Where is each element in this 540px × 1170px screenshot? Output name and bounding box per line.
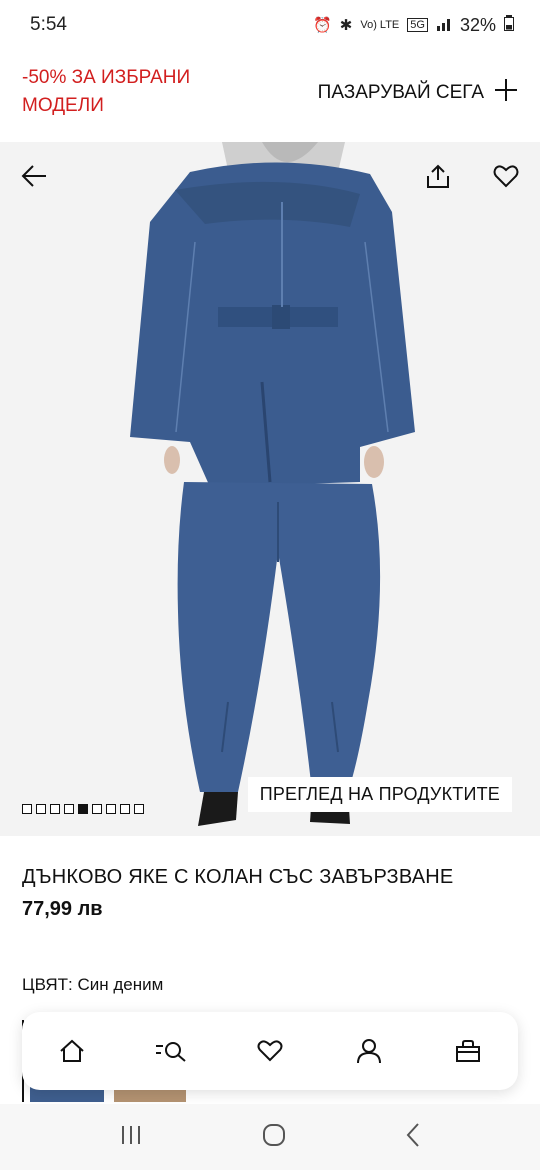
shop-now-label: ПАЗАРУВАЙ СЕГА [317, 82, 484, 103]
network-label: Vo) LTE [360, 19, 400, 31]
carousel-dot[interactable] [22, 804, 32, 814]
product-price: 77,99 лв [22, 898, 103, 920]
chevron-left-icon [406, 1122, 419, 1147]
carousel-dot[interactable] [134, 804, 144, 814]
heart-icon [493, 165, 519, 188]
share-icon [427, 164, 449, 188]
carousel-dot[interactable] [36, 804, 46, 814]
bluetooth-icon: ✱ [339, 17, 353, 34]
plus-icon [494, 78, 518, 108]
status-bar: 5:54 ⏰ ✱ Vo) LTE 5G 32% [0, 0, 540, 50]
carousel-dot[interactable] [106, 804, 116, 814]
share-button[interactable] [420, 158, 456, 194]
clock: 5:54 [30, 14, 67, 35]
carousel-indicators [22, 804, 144, 814]
home-system-button[interactable] [261, 1122, 287, 1153]
wishlist-button[interactable] [488, 158, 524, 194]
color-label: ЦВЯТ: [22, 975, 73, 994]
system-navigation-bar [0, 1104, 540, 1170]
view-products-button[interactable]: ПРЕГЛЕД НА ПРОДУКТИТЕ [247, 777, 512, 812]
bag-icon [456, 1040, 481, 1062]
nav-home[interactable] [47, 1026, 97, 1076]
system-back-button[interactable] [405, 1122, 421, 1153]
nav-bag[interactable] [443, 1026, 493, 1076]
battery-percent: 32% [459, 14, 496, 35]
product-image-carousel[interactable]: ПРЕГЛЕД НА ПРОДУКТИТЕ [0, 142, 540, 836]
user-icon [357, 1039, 382, 1064]
nav-account[interactable] [344, 1026, 394, 1076]
back-button[interactable] [16, 158, 52, 194]
carousel-dot[interactable] [50, 804, 60, 814]
nav-search[interactable] [146, 1026, 196, 1076]
alarm-icon: ⏰ [313, 17, 332, 34]
product-title: ДЪНКОВО ЯКЕ С КОЛАН СЪС ЗАВЪРЗВАНЕ [22, 866, 454, 888]
bottom-navigation [22, 1012, 518, 1090]
home-circle-icon [263, 1123, 285, 1146]
color-value: Син деним [77, 975, 164, 994]
recent-apps-button[interactable] [119, 1124, 143, 1151]
heart-icon [257, 1040, 283, 1062]
search-icon [155, 1042, 186, 1062]
status-icons: ⏰ ✱ Vo) LTE 5G 32% [313, 14, 514, 36]
promo-text: -50% ЗА ИЗБРАНИ МОДЕЛИ [22, 67, 191, 116]
signal-icon [436, 15, 452, 36]
nav-wishlist[interactable] [245, 1026, 295, 1076]
product-photo [130, 142, 415, 826]
5g-label: 5G [407, 18, 428, 32]
shop-now-link[interactable]: ПАЗАРУВАЙ СЕГА [318, 78, 518, 108]
recents-icon [122, 1125, 140, 1144]
battery-icon [504, 14, 514, 36]
promo-banner[interactable]: -50% ЗА ИЗБРАНИ МОДЕЛИ ПАЗАРУВАЙ СЕГА [0, 50, 540, 142]
color-row: ЦВЯТ: Син деним [22, 975, 163, 995]
carousel-dot[interactable] [64, 804, 74, 814]
carousel-dot[interactable] [120, 804, 130, 814]
carousel-dot-active[interactable] [78, 804, 88, 814]
arrow-left-icon [21, 165, 46, 187]
carousel-dot[interactable] [92, 804, 102, 814]
home-icon [59, 1039, 84, 1062]
